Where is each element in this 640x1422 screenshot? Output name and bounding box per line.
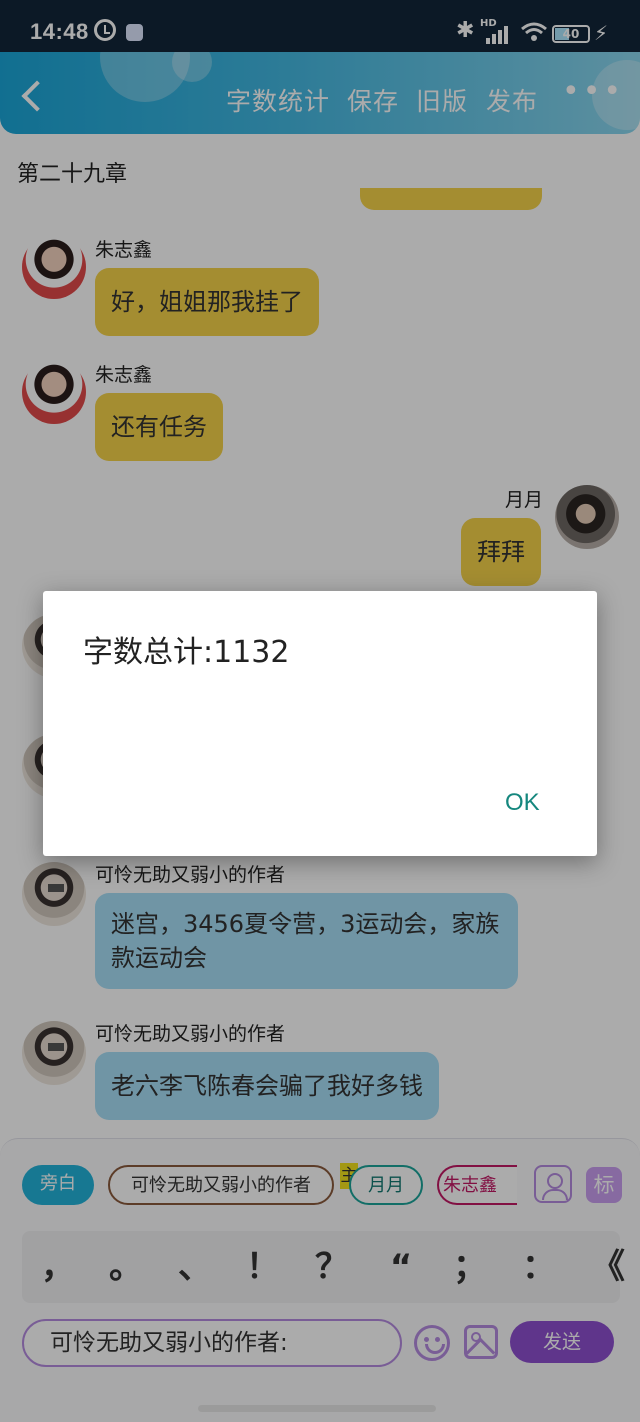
dialog-ok-button[interactable]: OK <box>505 789 540 817</box>
dialog-message: 字数总计:1132 <box>83 635 290 670</box>
word-count-dialog: 字数总计:1132 OK <box>43 591 597 856</box>
